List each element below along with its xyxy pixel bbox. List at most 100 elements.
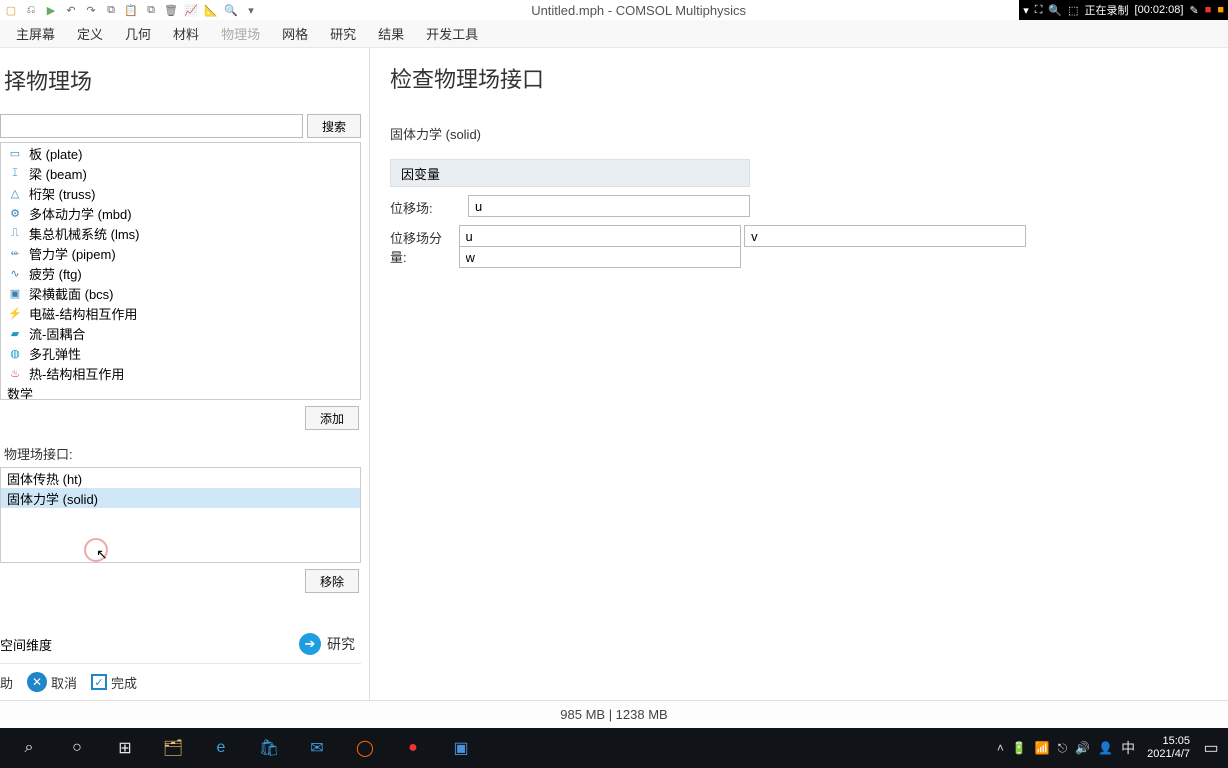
- tree-item-poro[interactable]: ◍多孔弹性: [1, 343, 360, 363]
- review-title: 检查物理场接口: [390, 62, 1208, 94]
- forward-icon[interactable]: ↷: [84, 3, 98, 17]
- recorder-pencil-icon[interactable]: ✎: [1189, 4, 1198, 17]
- explorer-icon[interactable]: 🗂: [154, 732, 192, 764]
- search-icon[interactable]: ⌕: [10, 732, 48, 764]
- help-label[interactable]: 助: [0, 673, 13, 692]
- list-item[interactable]: 固体力学 (solid): [1, 488, 360, 508]
- delete-icon[interactable]: 🗑: [164, 3, 178, 17]
- tab-study[interactable]: 研究: [320, 20, 366, 47]
- recorder-stop-icon[interactable]: ■: [1205, 4, 1212, 16]
- review-panel: 检查物理场接口 固体力学 (solid) 因变量 位移场: 位移场分量:: [370, 48, 1228, 700]
- field-input-component-u[interactable]: [459, 225, 741, 247]
- field-input-component-v[interactable]: [744, 225, 1026, 247]
- volume-icon[interactable]: 🔊: [1075, 741, 1090, 755]
- status-bar: 985 MB | 1238 MB: [0, 700, 1228, 728]
- search-button[interactable]: 搜索: [307, 114, 361, 138]
- tree-item-math[interactable]: 数学: [1, 383, 360, 400]
- run-icon[interactable]: ▶: [44, 3, 58, 17]
- close-icon: ✕: [27, 672, 47, 692]
- zoom-icon[interactable]: 🔍: [224, 3, 238, 17]
- remove-button[interactable]: 移除: [305, 569, 359, 593]
- physics-selector-panel: 择物理场 搜索 ▭板 (plate) 𝙸梁 (beam) △桁架 (truss)…: [0, 48, 370, 700]
- ruler-icon[interactable]: 📐: [204, 3, 218, 17]
- study-button[interactable]: ➔ 研究: [299, 633, 355, 655]
- chart-icon[interactable]: 📈: [184, 3, 198, 17]
- tree-item-lms[interactable]: ⎍集总机械系统 (lms): [1, 223, 360, 243]
- notifications-icon[interactable]: ▭: [1202, 732, 1220, 764]
- system-tray[interactable]: ˄ 🔋 📶 ⎋ 🔊 👤 中: [997, 738, 1135, 758]
- recorder-down-icon[interactable]: ▾: [1023, 4, 1029, 17]
- chevron-up-icon[interactable]: ˄: [997, 741, 1004, 755]
- tree-item-truss[interactable]: △桁架 (truss): [1, 183, 360, 203]
- tree-item-pipem[interactable]: ⬰管力学 (pipem): [1, 243, 360, 263]
- network-icon[interactable]: 📶: [1035, 741, 1050, 755]
- taskview-icon[interactable]: ⊞: [106, 732, 144, 764]
- ime-indicator[interactable]: 中: [1121, 738, 1135, 758]
- battery-icon[interactable]: 🔋: [1012, 741, 1027, 755]
- tree-item-bcs[interactable]: ▣梁横截面 (bcs): [1, 283, 360, 303]
- wifi-icon[interactable]: ⎋: [1058, 741, 1068, 756]
- bcs-icon: ▣: [7, 286, 23, 300]
- field-label-displacement: 位移场:: [390, 195, 468, 217]
- record-app-icon[interactable]: ●: [394, 732, 432, 764]
- lms-icon: ⎍: [7, 226, 23, 240]
- tab-mesh[interactable]: 网格: [272, 20, 318, 47]
- tab-home[interactable]: 主屏幕: [6, 20, 65, 47]
- therm-icon: ♨: [7, 366, 23, 380]
- tab-definitions[interactable]: 定义: [67, 20, 113, 47]
- undo-icon[interactable]: ⎌: [24, 3, 38, 17]
- field-input-displacement[interactable]: [468, 195, 750, 217]
- tree-item-plate[interactable]: ▭板 (plate): [1, 143, 360, 163]
- recorder-pause-icon[interactable]: ■: [1217, 4, 1224, 16]
- recorder-search-icon[interactable]: 🔍: [1048, 4, 1062, 17]
- check-icon: ✓: [91, 674, 107, 690]
- poro-icon: ◍: [7, 346, 23, 360]
- windows-taskbar: ⌕ ○ ⊞ 🗂 e 🛍 ✉ ◯ ● ▣ ˄ 🔋 📶 ⎋ 🔊 👤 中 15:05 …: [0, 728, 1228, 768]
- taskbar-clock[interactable]: 15:05 2021/4/7: [1141, 735, 1196, 761]
- comsol-app-icon[interactable]: ▣: [442, 732, 480, 764]
- plate-icon: ▭: [7, 146, 23, 160]
- tab-geometry[interactable]: 几何: [115, 20, 161, 47]
- physics-tree[interactable]: ▭板 (plate) 𝙸梁 (beam) △桁架 (truss) ⚙多体动力学 …: [0, 142, 361, 400]
- tree-item-fsi[interactable]: ▰流-固耦合: [1, 323, 360, 343]
- tab-materials[interactable]: 材料: [163, 20, 209, 47]
- tree-item-thermstruct[interactable]: ♨热-结构相互作用: [1, 363, 360, 383]
- paste-icon[interactable]: 📋: [124, 3, 138, 17]
- field-input-component-w[interactable]: [459, 246, 741, 268]
- tab-developer[interactable]: 开发工具: [416, 20, 488, 47]
- fsi-icon: ▰: [7, 326, 23, 340]
- cancel-button[interactable]: ✕ 取消: [27, 672, 77, 692]
- duplicate-icon[interactable]: ⧉: [144, 3, 158, 17]
- em-icon: ⚡: [7, 306, 23, 320]
- main-content: 择物理场 搜索 ▭板 (plate) 𝙸梁 (beam) △桁架 (truss)…: [0, 48, 1228, 700]
- add-button[interactable]: 添加: [305, 406, 359, 430]
- tree-item-ftg[interactable]: ∿疲劳 (ftg): [1, 263, 360, 283]
- recorder-expand-icon[interactable]: ⛶: [1035, 4, 1043, 17]
- recorder-crop-icon[interactable]: ⬚: [1068, 4, 1078, 17]
- tab-results[interactable]: 结果: [368, 20, 414, 47]
- cortana-icon[interactable]: ○: [58, 732, 96, 764]
- dropdown-icon[interactable]: ▾: [244, 3, 258, 17]
- field-label-components: 位移场分量:: [390, 225, 459, 266]
- copy-icon[interactable]: ⧉: [104, 3, 118, 17]
- interfaces-list[interactable]: 固体传热 (ht) 固体力学 (solid): [0, 467, 361, 563]
- edge-icon[interactable]: e: [202, 732, 240, 764]
- space-dimension-label: 空间维度: [0, 635, 52, 654]
- back-icon[interactable]: ↶: [64, 3, 78, 17]
- mail-icon[interactable]: ✉: [298, 732, 336, 764]
- tree-item-beam[interactable]: 𝙸梁 (beam): [1, 163, 360, 183]
- arrow-right-icon: ➔: [299, 633, 321, 655]
- user-icon[interactable]: 👤: [1098, 741, 1113, 755]
- tree-item-mbd[interactable]: ⚙多体动力学 (mbd): [1, 203, 360, 223]
- done-button[interactable]: ✓ 完成: [91, 673, 137, 692]
- store-icon[interactable]: 🛍: [250, 732, 288, 764]
- tab-physics[interactable]: 物理场: [211, 20, 270, 47]
- truss-icon: △: [7, 186, 23, 200]
- tree-item-emstruct[interactable]: ⚡电磁-结构相互作用: [1, 303, 360, 323]
- save-icon[interactable]: ▢: [4, 3, 18, 17]
- search-input[interactable]: [0, 114, 303, 138]
- uc-icon[interactable]: ◯: [346, 732, 384, 764]
- recorder-status: 正在录制: [1085, 2, 1129, 18]
- mbd-icon: ⚙: [7, 206, 23, 220]
- list-item[interactable]: 固体传热 (ht): [1, 468, 360, 488]
